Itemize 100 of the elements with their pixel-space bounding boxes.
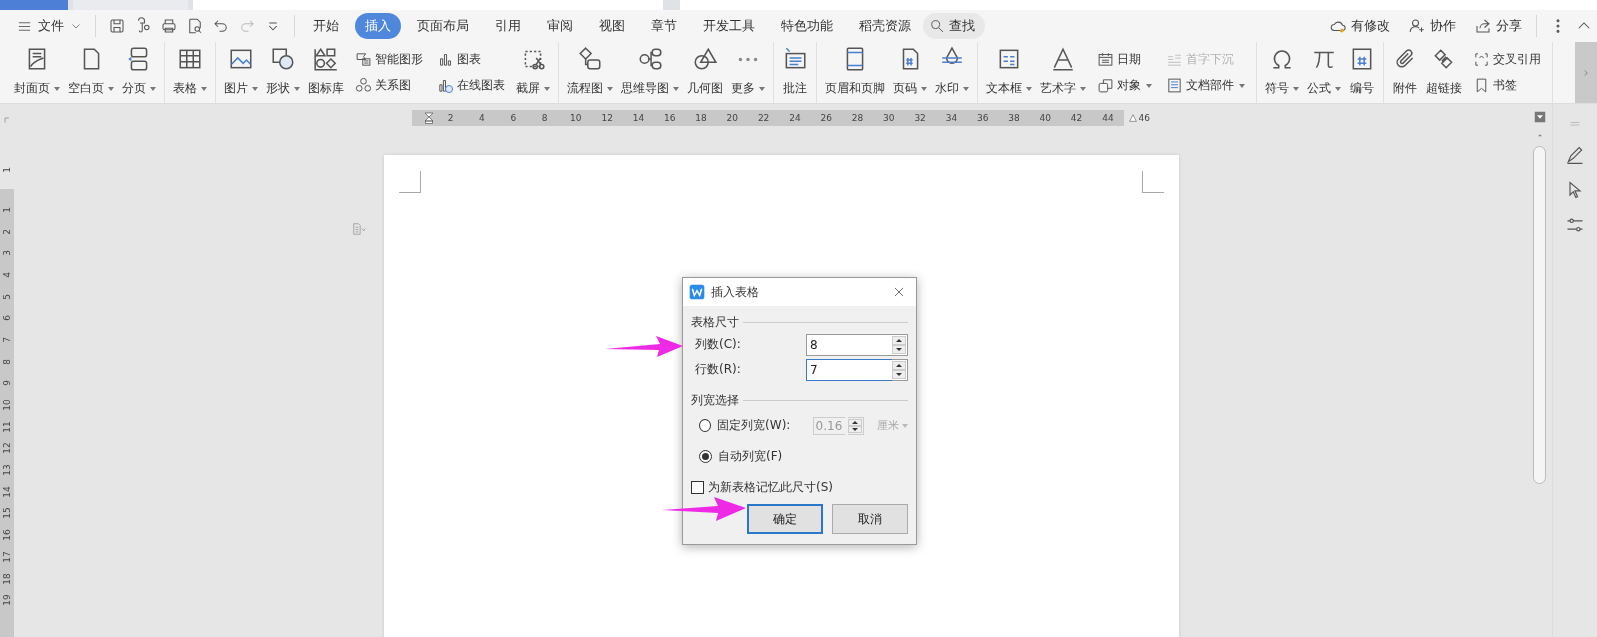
ribbon-button[interactable]: 截屏 <box>512 42 554 103</box>
cancel-button[interactable]: 取消 <box>832 504 908 534</box>
layout-icon[interactable] <box>1532 110 1547 124</box>
caret-icon <box>201 86 207 91</box>
ruler-number: 8 <box>2 358 12 365</box>
ribbon-tab[interactable]: 章节 <box>641 13 687 39</box>
ribbon-button[interactable]: 智能图形 <box>350 48 428 70</box>
toolbar-button[interactable]: 分享 <box>1468 14 1528 38</box>
scroll-thumb[interactable] <box>1533 146 1546 484</box>
ribbon-button[interactable]: 在线图表 <box>432 75 510 97</box>
ruler-number: 8 <box>541 113 548 123</box>
ribbon-button[interactable]: 对象 <box>1092 75 1157 97</box>
ribbon-button[interactable]: 符号 <box>1261 42 1303 103</box>
ribbon-button[interactable]: 文本框 <box>982 42 1036 103</box>
document-parts-icon <box>1166 77 1183 95</box>
ribbon-button[interactable]: 公式 <box>1303 42 1345 103</box>
dialog-title: 插入表格 <box>711 283 760 301</box>
ruler-number: 18 <box>2 572 12 585</box>
ribbon-tab[interactable]: 稻壳资源 <box>849 13 921 39</box>
ribbon-button[interactable]: 图表 <box>432 48 510 70</box>
radio-button[interactable] <box>699 450 712 463</box>
ribbon-tab[interactable]: 引用 <box>485 13 531 39</box>
ruler-number: 11 <box>2 421 12 433</box>
ribbon-tab[interactable]: 开发工具 <box>693 13 765 39</box>
ribbon-button[interactable]: 超链接 <box>1422 42 1466 103</box>
scroll-bar[interactable] <box>1575 42 1597 103</box>
ruler-number: 12 <box>2 442 12 455</box>
ruler-number: 42 <box>1070 113 1083 123</box>
ok-button[interactable]: 确定 <box>747 504 823 534</box>
ribbon-button[interactable]: 附件 <box>1388 42 1422 103</box>
ribbon-button[interactable]: 分页 <box>118 42 160 103</box>
ruler-number: 24 <box>789 113 801 123</box>
option-label: 固定列宽(W): <box>717 417 792 434</box>
ribbon-button[interactable]: 批注 <box>778 42 812 103</box>
ribbon-button[interactable]: 图片 <box>220 42 262 103</box>
ribbon-button[interactable]: 水印 <box>931 42 973 103</box>
file-menu[interactable]: 文件 <box>12 14 87 38</box>
search-icon <box>929 18 945 34</box>
spinner[interactable] <box>892 358 908 381</box>
ribbon-tab[interactable]: 审阅 <box>537 13 583 39</box>
checkbox[interactable] <box>691 480 704 494</box>
caret-icon <box>1293 86 1299 91</box>
ruler-number: 7 <box>2 337 12 343</box>
ribbon-button[interactable]: 更多 <box>727 42 769 103</box>
checkbox-label: 为新表格记忆此尺寸(S) <box>708 478 833 496</box>
ruler-number: 15 <box>2 507 12 520</box>
ruler-number: 30 <box>883 113 895 123</box>
ruler-number: 32 <box>914 113 926 123</box>
cross-reference-icon <box>1473 50 1490 68</box>
caret-icon <box>1026 86 1032 91</box>
add-person-icon <box>1408 17 1426 35</box>
ribbon-tab[interactable]: 页面布局 <box>407 13 479 39</box>
ribbon-button[interactable]: 页码 <box>889 42 931 103</box>
ribbon-button[interactable]: 书签 <box>1468 75 1546 97</box>
shapes-icon <box>270 46 296 72</box>
section-label: 列宽选择 <box>691 391 739 409</box>
ribbon-button[interactable]: 封面页 <box>10 42 64 103</box>
ruler-number: 17 <box>2 551 12 563</box>
ruler-number: 6 <box>510 113 517 123</box>
print-preview-icon[interactable] <box>186 17 204 35</box>
ribbon-tab[interactable]: 插入 <box>355 13 401 39</box>
ruler-number: 13 <box>2 464 12 476</box>
toolbar-button[interactable]: 有修改 <box>1323 14 1396 38</box>
save-icon[interactable] <box>108 17 126 35</box>
ribbon-button[interactable]: 流程图 <box>563 42 617 103</box>
caret-icon <box>607 86 613 91</box>
indent-marker-icon <box>1128 113 1139 123</box>
ribbon-button[interactable]: 空白页 <box>64 42 118 103</box>
spinner[interactable] <box>848 416 864 435</box>
ribbon-button[interactable]: 思维导图 <box>617 42 683 103</box>
search-button[interactable]: 查找 <box>923 13 985 39</box>
ruler-number: 6 <box>2 315 12 322</box>
ribbon-button[interactable]: 交叉引用 <box>1468 48 1546 70</box>
ribbon-tab[interactable]: 视图 <box>589 13 635 39</box>
toolbar-button[interactable]: 协作 <box>1402 14 1462 38</box>
ribbon-button[interactable]: 形状 <box>262 42 304 103</box>
number-field[interactable]: 7 <box>805 358 892 381</box>
ribbon-button[interactable]: 图标库 <box>304 42 348 103</box>
ribbon-button[interactable]: 页眉和页脚 <box>821 42 889 103</box>
ribbon-button[interactable]: 表格 <box>169 42 211 103</box>
ribbon-button[interactable]: 关系图 <box>350 75 428 97</box>
ribbon-tab[interactable]: 特色功能 <box>771 13 843 39</box>
undo-icon[interactable] <box>212 17 230 35</box>
caret-icon <box>921 86 927 91</box>
print-icon[interactable] <box>160 17 178 35</box>
pen-icon[interactable] <box>1565 145 1585 165</box>
caret-icon <box>1080 86 1086 91</box>
caret-icon <box>54 86 60 91</box>
online-chart-icon <box>437 77 454 95</box>
ruler-number: 22 <box>757 113 770 123</box>
ruler-number: 19 <box>2 594 12 606</box>
ruler-number: 14 <box>2 486 12 498</box>
ribbon-button[interactable]: 艺术字 <box>1036 42 1090 103</box>
ribbon-button[interactable]: 文档部件 <box>1161 75 1250 97</box>
ruler-number: 16 <box>2 529 12 541</box>
ribbon-button[interactable]: 几何图 <box>683 42 727 103</box>
ribbon-tab[interactable]: 开始 <box>303 13 349 39</box>
word-art-icon <box>1050 46 1076 72</box>
ribbon-button[interactable]: 日期 <box>1092 48 1157 70</box>
ribbon-button[interactable]: 编号 <box>1345 42 1379 103</box>
